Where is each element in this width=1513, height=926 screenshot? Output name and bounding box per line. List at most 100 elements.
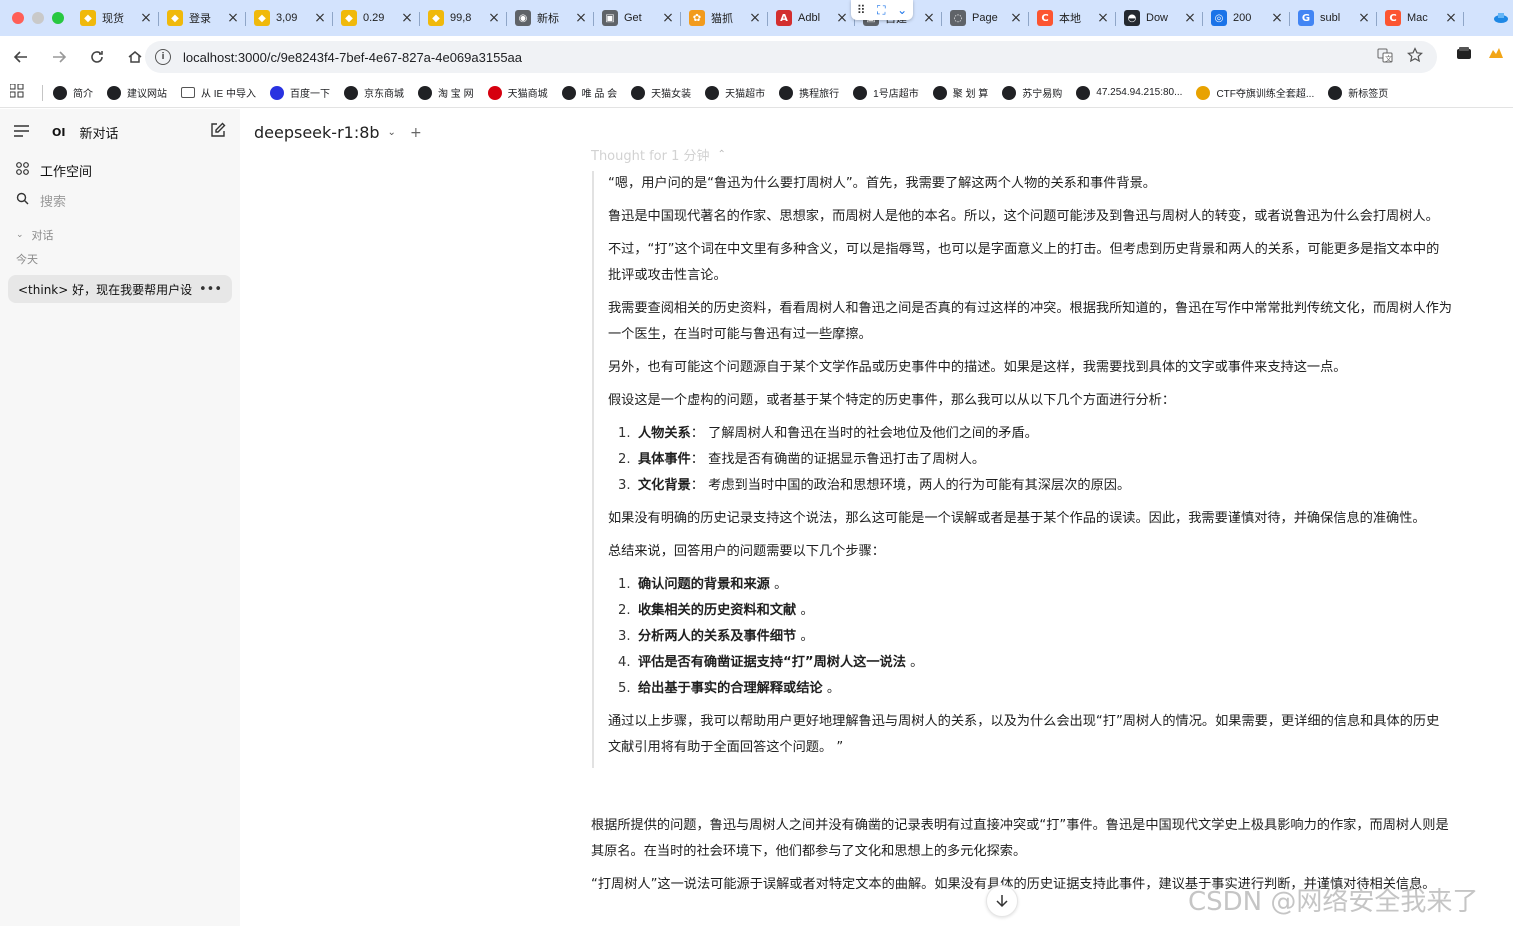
- close-tab-icon[interactable]: ×: [226, 11, 240, 25]
- scroll-to-bottom-button[interactable]: [986, 885, 1018, 917]
- bookmark-item[interactable]: 携程旅行: [779, 85, 839, 100]
- globe-icon: [1196, 85, 1211, 100]
- bookmark-item[interactable]: 简介: [53, 85, 93, 100]
- bookmark-item[interactable]: 天猫商城: [487, 85, 548, 100]
- close-tab-icon[interactable]: ×: [835, 11, 849, 25]
- browser-tab[interactable]: Gsubl ×: [1290, 4, 1377, 32]
- close-tab-icon[interactable]: ×: [661, 11, 675, 25]
- bookmark-item[interactable]: 从 IE 中导入: [181, 85, 256, 100]
- translate-icon[interactable]: 文: [1377, 47, 1393, 67]
- browser-tab[interactable]: ◉ 新标 ×: [507, 4, 594, 32]
- bookmark-item[interactable]: CTF夺旗训练全套超...: [1196, 85, 1314, 100]
- compose-icon[interactable]: [210, 122, 226, 142]
- close-window-button[interactable]: [12, 12, 24, 24]
- browser-tab[interactable]: ◆ 99,8 ×: [420, 4, 507, 32]
- reasoning-paragraph: 我需要查阅相关的历史资料，看看周树人和鲁迅之间是否真的有过这样的冲突。根据我所知…: [608, 301, 1452, 342]
- site-info-icon[interactable]: i: [155, 49, 171, 65]
- workspace-label: 工作空间: [40, 164, 93, 180]
- chevron-down-icon[interactable]: ⌄: [897, 3, 907, 17]
- bookmark-item[interactable]: 淘 宝 网: [418, 85, 474, 100]
- close-tab-icon[interactable]: ×: [1096, 11, 1110, 25]
- close-tab-icon[interactable]: ×: [1009, 11, 1023, 25]
- bookmark-label: 从 IE 中导入: [201, 89, 257, 100]
- browser-tab[interactable]: ◌ Page ×: [942, 4, 1029, 32]
- drag-handle-icon[interactable]: ⠿: [857, 3, 866, 17]
- cat-extension-icon[interactable]: [1487, 44, 1505, 66]
- close-tab-icon[interactable]: ×: [748, 11, 762, 25]
- globe-icon: ◎: [1211, 10, 1227, 26]
- bookmark-item[interactable]: 百度一下: [270, 85, 330, 100]
- forward-button[interactable]: [42, 40, 76, 74]
- more-options-icon[interactable]: •••: [199, 282, 222, 297]
- close-tab-icon[interactable]: ×: [1270, 11, 1284, 25]
- reload-button[interactable]: [80, 40, 114, 74]
- url-text[interactable]: localhost:3000/c/9e8243f4-7bef-4e67-827a…: [183, 50, 522, 65]
- tab-group-popup[interactable]: ⠿ ⛶ ⌄: [851, 0, 913, 20]
- maximize-window-button[interactable]: [52, 12, 64, 24]
- list-item-bold: 具体事件: [638, 452, 691, 467]
- chats-section-header[interactable]: ⌄ 对话: [0, 223, 240, 247]
- apps-grid-icon[interactable]: [9, 83, 40, 102]
- browser-tab[interactable]: ◆ 现货 ×: [72, 4, 159, 32]
- bookmark-item[interactable]: 苏宁易购: [1002, 85, 1062, 100]
- chevron-down-icon[interactable]: ⌄: [388, 127, 396, 138]
- thought-toggle[interactable]: Thought for 1 分钟 ⌃: [591, 145, 726, 164]
- browser-tab[interactable]: ✿ 猫抓 ×: [681, 4, 768, 32]
- browser-tab[interactable]: C 本地 ×: [1029, 4, 1116, 32]
- fullscreen-icon[interactable]: ⛶: [877, 3, 885, 18]
- close-tab-icon[interactable]: ×: [139, 11, 153, 25]
- model-selector[interactable]: deepseek-r1:8b ⌄ +: [254, 123, 422, 142]
- add-model-button[interactable]: +: [410, 125, 422, 141]
- extension-icon[interactable]: [1455, 44, 1473, 66]
- browser-tab[interactable]: ◎ 200 ×: [1203, 4, 1290, 32]
- close-tab-icon[interactable]: ×: [487, 11, 501, 25]
- search-input[interactable]: 搜索: [40, 191, 66, 210]
- globe-icon: [1002, 85, 1017, 100]
- back-button[interactable]: [4, 40, 38, 74]
- chat-list-item[interactable]: <think> 好，现在我要帮用户设 •••: [8, 275, 232, 303]
- chevron-up-icon: ⌃: [717, 149, 726, 160]
- chats-section-label: 对话: [31, 229, 54, 242]
- sidebar-search[interactable]: 搜索: [0, 185, 240, 215]
- browser-tab[interactable]: C Mac ×: [1377, 4, 1464, 32]
- address-bar[interactable]: i localhost:3000/c/9e8243f4-7bef-4e67-82…: [145, 41, 1437, 73]
- browser-tab[interactable]: ◆ 3,09 ×: [246, 4, 333, 32]
- bookmark-item[interactable]: 47.254.94.215:80...: [1076, 85, 1182, 100]
- sidebar-toggle-icon[interactable]: [14, 123, 40, 141]
- model-name[interactable]: deepseek-r1:8b: [254, 123, 380, 142]
- browser-tab[interactable]: ▣ Get ×: [594, 4, 681, 32]
- list-item-bold: 确认问题的背景和来源: [638, 577, 770, 592]
- close-tab-icon[interactable]: ×: [1357, 11, 1371, 25]
- list-item-text: ： 查找是否有确凿的证据显示鲁迅打击了周树人。: [690, 452, 986, 467]
- bookmark-item[interactable]: 京东商城: [344, 85, 404, 100]
- bookmark-item[interactable]: 唯 品 会: [561, 85, 617, 100]
- sidebar-item-workspace[interactable]: 工作空间: [0, 155, 240, 185]
- chat-title: <think> 好，现在我要帮用户设: [18, 282, 193, 297]
- browser-tab[interactable]: A Adbl ×: [768, 4, 855, 32]
- close-tab-icon[interactable]: ×: [400, 11, 414, 25]
- reasoning-list: 1. 确认问题的背景和来源 。 2. 收集相关的历史资料和文献 。 3. 分析两人的关系及…: [608, 572, 1452, 702]
- bookmark-item[interactable]: 天猫超市: [705, 85, 765, 100]
- close-tab-icon[interactable]: ×: [1183, 11, 1197, 25]
- minimize-window-button[interactable]: [32, 12, 44, 24]
- close-tab-icon[interactable]: ×: [313, 11, 327, 25]
- browser-tab[interactable]: ◆ 0.29 ×: [333, 4, 420, 32]
- thought-label: Thought for 1 分钟: [591, 149, 710, 164]
- close-tab-icon[interactable]: ×: [574, 11, 588, 25]
- bookmark-item[interactable]: 天猫女装: [631, 85, 691, 100]
- browser-tab[interactable]: ◓ Dow ×: [1116, 4, 1203, 32]
- bookmark-item[interactable]: 聚 划 算: [932, 85, 988, 100]
- bookmark-star-icon[interactable]: [1407, 47, 1423, 67]
- bookmark-item[interactable]: 新标签页: [1328, 85, 1388, 100]
- browser-tab[interactable]: ◆ 登录 ×: [159, 4, 246, 32]
- bookmark-item[interactable]: 建议网站: [107, 85, 167, 100]
- list-number: 3.: [618, 478, 631, 493]
- tab-overflow-icon[interactable]: [1489, 10, 1513, 26]
- close-tab-icon[interactable]: ×: [922, 11, 936, 25]
- close-tab-icon[interactable]: ×: [1444, 11, 1458, 25]
- new-chat-button[interactable]: 新对话: [79, 123, 118, 142]
- bookmark-label: 淘 宝 网: [438, 89, 474, 100]
- bookmark-item[interactable]: 1号店超市: [853, 85, 919, 100]
- list-item: 5. 给出基于事实的合理解释或结论 。: [608, 676, 1452, 702]
- globe-icon: [270, 85, 285, 100]
